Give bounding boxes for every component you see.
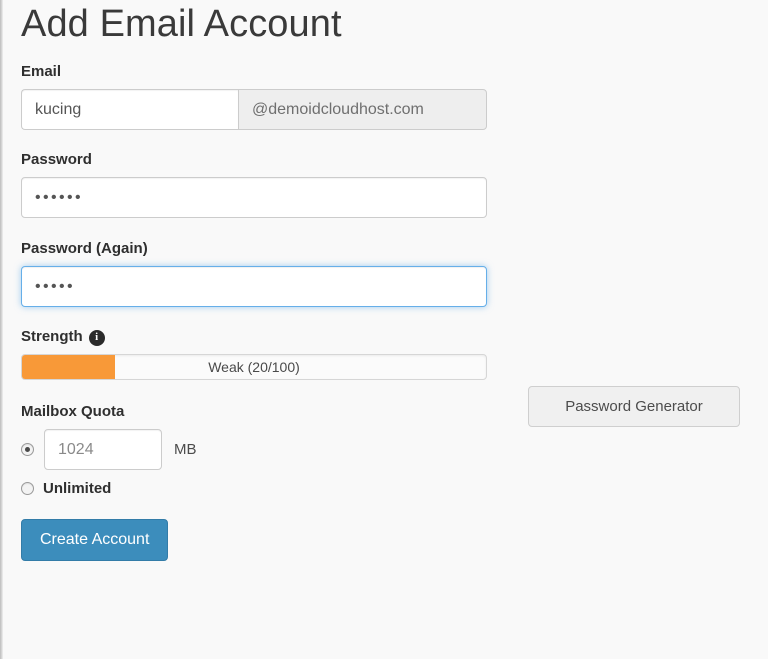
info-icon[interactable]: i [88,329,105,346]
password-strength-meter: Weak (20/100) [21,354,487,380]
password-again-label: Password (Again) [21,240,148,257]
quota-unit-label: MB [174,441,197,458]
strength-header: Strength i [21,328,768,346]
page-title: Add Email Account [21,3,342,45]
password-generator-button[interactable]: Password Generator [528,386,740,427]
quota-sized-row: MB [21,429,768,470]
quota-unlimited-row[interactable]: Unlimited [21,480,768,497]
quota-size-input[interactable] [44,429,162,470]
quota-unlimited-label: Unlimited [43,480,112,497]
email-local-input[interactable] [21,89,238,130]
email-domain-addon: @demoidcloudhost.com [238,89,487,130]
password-again-input[interactable] [21,266,487,307]
password-label: Password [21,151,92,168]
password-again-field-group: Password (Again) [21,240,768,307]
strength-label: Strength [21,328,83,345]
password-field-group: Password [21,151,768,218]
email-label: Email [21,63,62,80]
strength-text: Weak (20/100) [208,359,300,375]
email-field-group: Email @demoidcloudhost.com [21,63,768,130]
email-input-group: @demoidcloudhost.com [21,89,487,130]
quota-unlimited-radio[interactable] [21,482,34,495]
create-account-button[interactable]: Create Account [21,519,169,561]
add-email-account-form: Add Email Account Email @demoidcloudhost… [0,0,768,659]
quota-sized-radio[interactable] [21,443,34,456]
password-input[interactable] [21,177,487,218]
